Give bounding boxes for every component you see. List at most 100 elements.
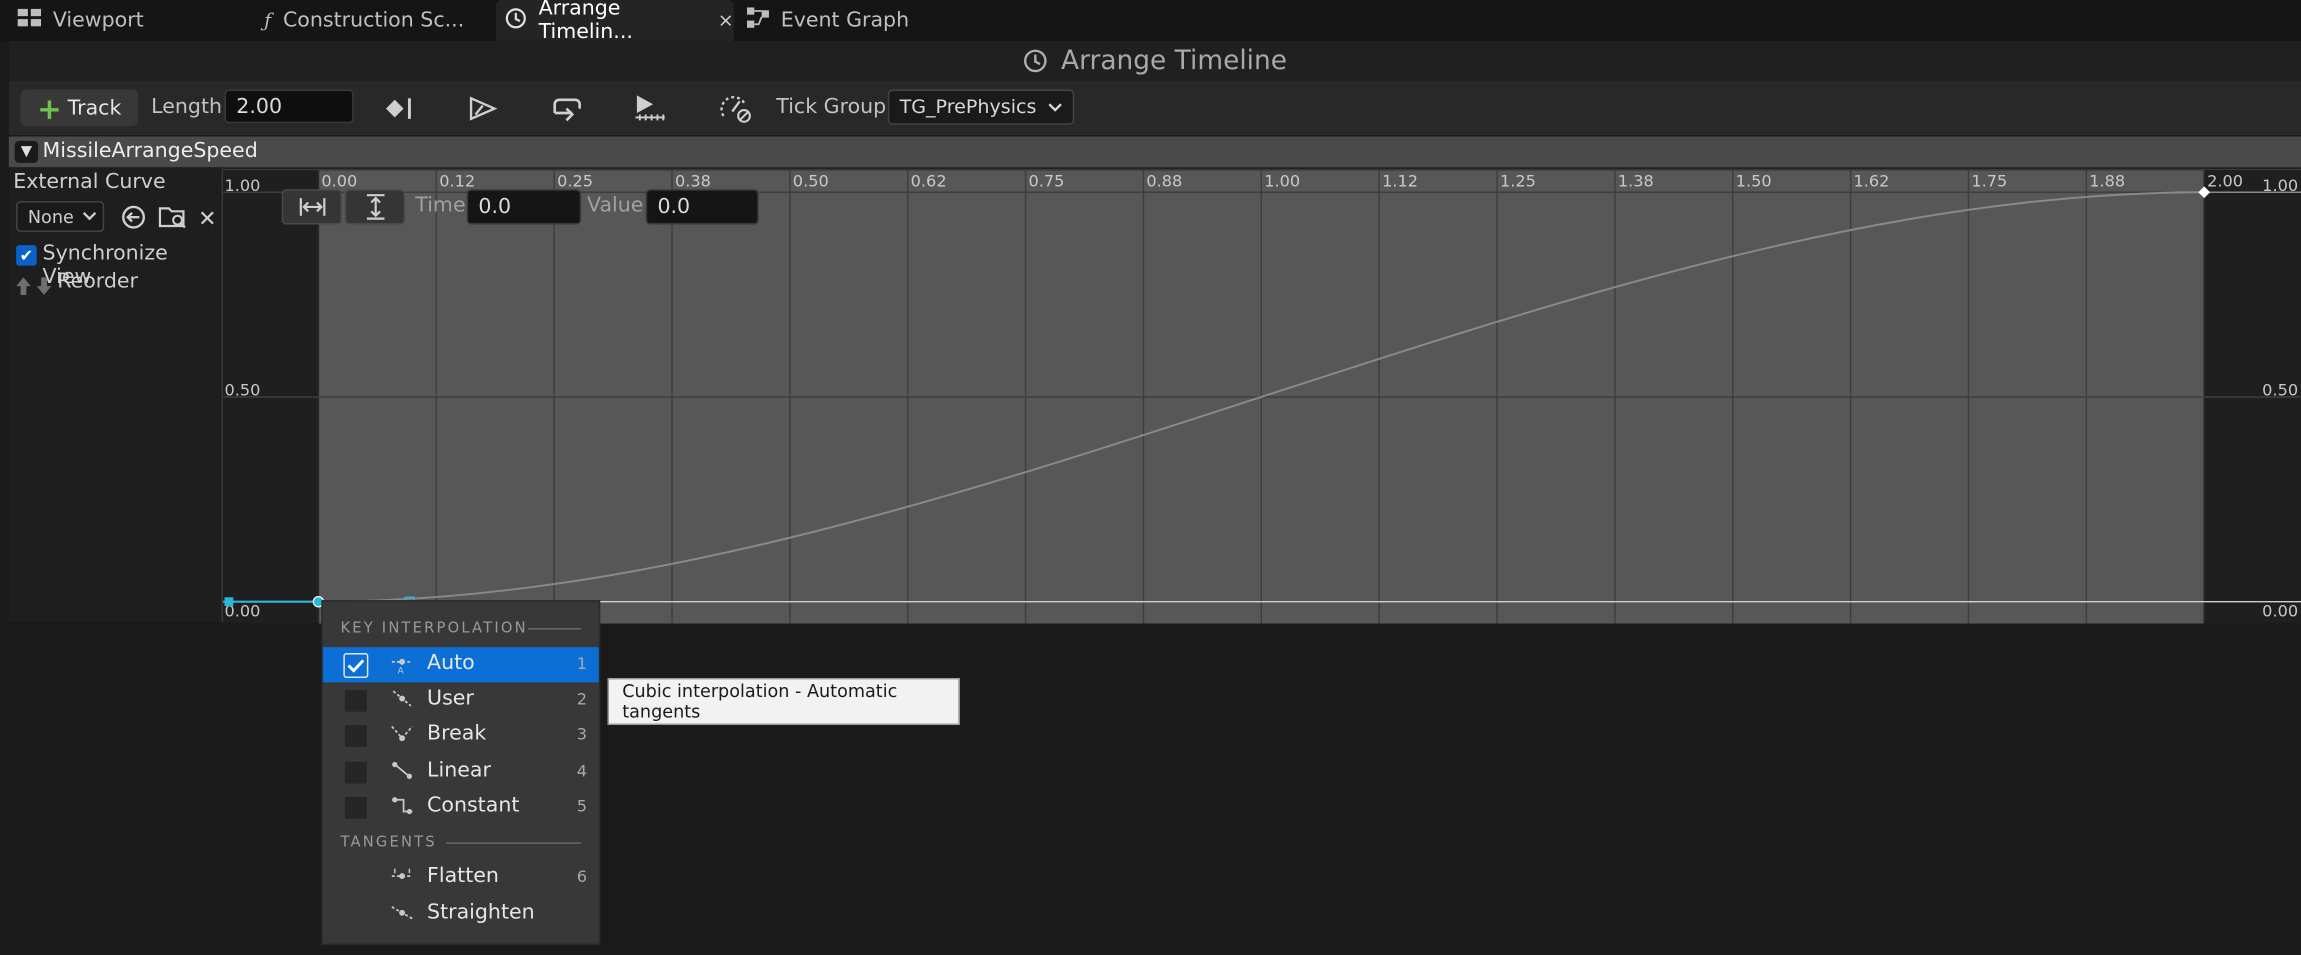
clock-icon xyxy=(1023,48,1048,73)
synchronize-view-checkbox[interactable]: ✔ xyxy=(16,245,37,266)
key-interpolation-section-header: KEY INTERPOLATION xyxy=(340,620,528,637)
linear-interp-icon xyxy=(390,760,413,785)
menu-item-user[interactable]: User 2 xyxy=(323,682,599,717)
key-context-menu: KEY INTERPOLATION A Auto 1 User 2 Break … xyxy=(321,600,601,946)
value-label: Value xyxy=(587,193,644,218)
menu-item-straighten[interactable]: Straighten xyxy=(323,897,599,932)
chevron-down-icon xyxy=(83,211,97,221)
curve-graph[interactable]: 0.00 0.12 0.25 0.38 0.50 0.62 0.75 0.88 1.00 1.12… xyxy=(221,168,2301,624)
reorder-up-down-icon xyxy=(16,277,52,295)
use-selected-curve-button[interactable] xyxy=(120,204,146,230)
use-last-keyframe-button[interactable] xyxy=(379,90,420,128)
tab-construction-script[interactable]: ƒ Construction Sc... xyxy=(264,0,491,41)
user-checkbox[interactable] xyxy=(343,688,369,714)
menu-item-user-label: User xyxy=(427,686,474,711)
user-tangent-icon xyxy=(390,688,413,713)
linear-checkbox[interactable] xyxy=(343,760,369,786)
menu-item-flatten[interactable]: Flatten 6 xyxy=(323,860,599,895)
clear-curve-button[interactable]: ✕ xyxy=(198,205,219,232)
auto-checkbox[interactable] xyxy=(343,653,369,678)
menu-item-constant[interactable]: Constant 5 xyxy=(323,790,599,825)
plus-icon: + xyxy=(37,90,62,126)
track-options-panel: External Curve None ✕ ✔ Synchronize View… xyxy=(8,167,222,623)
key-time-input[interactable]: 0.0 xyxy=(466,189,582,225)
x-tick-label: 1.12 xyxy=(1382,171,1418,190)
y-tick-label-right: 0.50 xyxy=(2262,380,2298,399)
break-checkbox[interactable] xyxy=(343,723,369,749)
y-tick-label-right: 0.00 xyxy=(2262,601,2298,620)
reorder-arrows[interactable] xyxy=(15,274,56,295)
x-tick-label: 0.38 xyxy=(675,171,711,190)
curve-graph-canvas[interactable]: 0.00 0.12 0.25 0.38 0.50 0.62 0.75 0.88 1.00 1.12… xyxy=(223,170,2301,624)
menu-item-constant-label: Constant xyxy=(427,793,520,818)
folder-search-icon xyxy=(158,207,186,229)
close-icon[interactable]: × xyxy=(718,10,734,32)
add-track-label: Track xyxy=(67,96,122,120)
add-track-button[interactable]: + Track xyxy=(20,89,138,127)
ignore-time-dilation-button[interactable] xyxy=(715,90,756,128)
auto-tangent-icon: A xyxy=(390,653,413,678)
menu-item-linear-shortcut: 4 xyxy=(576,761,587,781)
x-tick-label: 0.62 xyxy=(911,171,947,190)
x-tick-label: 1.00 xyxy=(1264,171,1300,190)
time-dilation-icon xyxy=(720,96,751,123)
tick-group-label: Tick Group xyxy=(776,95,887,119)
straighten-tangent-icon xyxy=(390,903,413,928)
tick-group-dropdown[interactable]: TG_PrePhysics xyxy=(887,89,1075,125)
editor-title-bar: Arrange Timeline xyxy=(8,41,2301,81)
last-keyframe-icon xyxy=(385,98,411,119)
autoplay-button[interactable] xyxy=(462,90,503,128)
menu-item-straighten-label: Straighten xyxy=(427,901,535,925)
x-tick-label: 1.38 xyxy=(1618,171,1654,190)
loop-button[interactable] xyxy=(546,90,587,128)
external-curve-label: External Curve xyxy=(13,170,166,194)
break-tangent-icon xyxy=(390,723,414,748)
svg-text:A: A xyxy=(398,667,404,674)
event-graph-icon xyxy=(746,7,769,33)
external-curve-dropdown[interactable]: None xyxy=(16,201,105,232)
x-tick-label: 0.25 xyxy=(557,171,593,190)
flatten-tangent-icon xyxy=(390,866,413,891)
section-divider xyxy=(446,842,582,844)
tangents-section-header: TANGENTS xyxy=(340,835,437,852)
x-tick-label: 0.88 xyxy=(1146,171,1182,190)
menu-item-auto-shortcut: 1 xyxy=(576,654,587,674)
x-tick-label: 0.75 xyxy=(1029,171,1065,190)
tab-construction-script-label: Construction Sc... xyxy=(282,8,465,33)
constant-checkbox[interactable] xyxy=(343,795,369,821)
collapse-triangle-icon[interactable]: ▼ xyxy=(14,140,39,163)
viewport-grid-icon xyxy=(17,8,42,32)
x-tick-label: 1.50 xyxy=(1736,171,1772,190)
fit-horizontal-icon xyxy=(299,198,325,216)
replicated-button[interactable] xyxy=(630,90,671,128)
zoom-to-fit-horizontal-button[interactable] xyxy=(281,189,342,225)
menu-item-auto-label: Auto xyxy=(427,651,475,676)
x-tick-label: 2.00 xyxy=(2207,171,2243,190)
track-name[interactable]: MissileArrangeSpeed xyxy=(43,139,258,162)
tab-event-graph[interactable]: Event Graph xyxy=(746,0,938,41)
track-header[interactable]: ▼ MissileArrangeSpeed xyxy=(8,136,2301,168)
chevron-down-icon xyxy=(1048,96,1063,118)
menu-item-flatten-label: Flatten xyxy=(427,864,499,888)
tab-arrange-timeline-label: Arrange Timelin... xyxy=(538,0,633,45)
menu-item-break-label: Break xyxy=(427,722,487,746)
tab-event-graph-label: Event Graph xyxy=(780,8,910,33)
browse-curve-button[interactable] xyxy=(158,204,187,230)
external-curve-value: None xyxy=(27,206,74,227)
menu-item-auto[interactable]: A Auto 1 xyxy=(322,647,599,683)
tab-arrange-timeline[interactable]: Arrange Timelin... × xyxy=(496,0,734,45)
length-label: Length xyxy=(151,95,223,119)
menu-item-linear[interactable]: Linear 4 xyxy=(323,754,599,789)
tab-viewport-label: Viewport xyxy=(52,8,144,33)
menu-item-break[interactable]: Break 3 xyxy=(323,718,599,753)
length-input[interactable]: 2.00 xyxy=(224,89,354,124)
interpolation-tooltip: Cubic interpolation - Automatic tangents xyxy=(607,677,960,725)
menu-item-user-shortcut: 2 xyxy=(576,689,587,709)
zoom-to-fit-vertical-button[interactable] xyxy=(344,189,406,225)
close-icon: ✕ xyxy=(198,205,217,232)
menu-item-linear-label: Linear xyxy=(427,758,491,783)
key-value-input[interactable]: 0.0 xyxy=(645,189,759,225)
timeline-toolbar: + Track Length 2.00 Tick Group TG_PrePhy… xyxy=(8,80,2301,136)
section-divider xyxy=(528,628,582,630)
tab-viewport[interactable]: Viewport xyxy=(15,0,250,41)
